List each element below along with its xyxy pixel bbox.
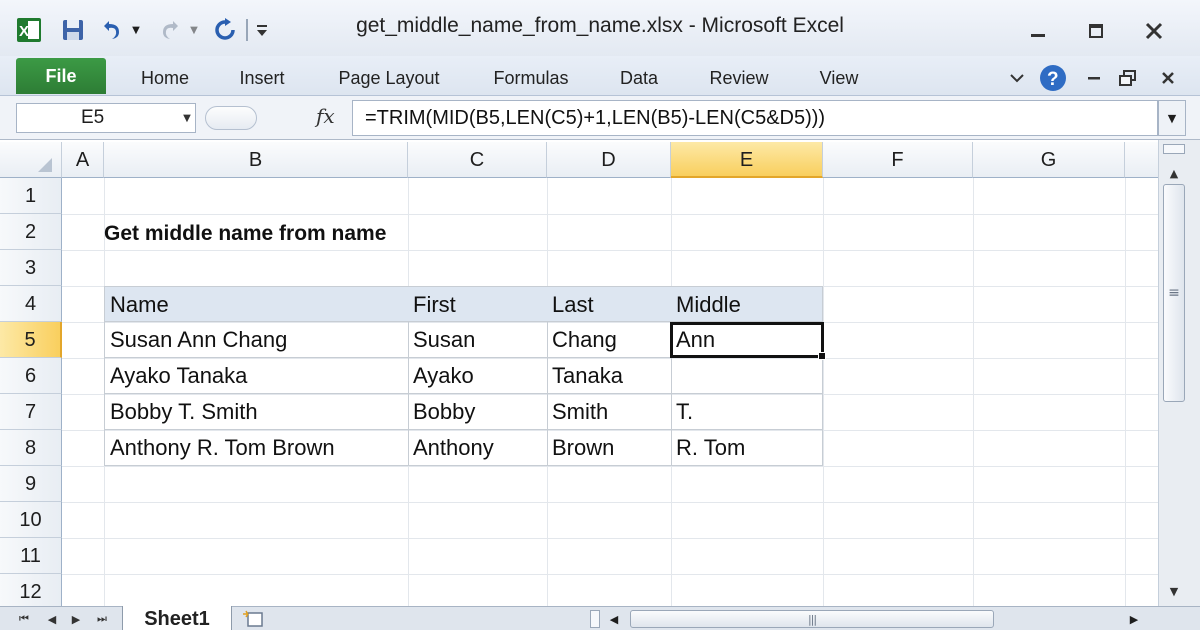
- help-icon[interactable]: ?: [1038, 64, 1068, 92]
- formula-input[interactable]: =TRIM(MID(B5,LEN(C5)+1,LEN(B5)-LEN(C5&D5…: [352, 100, 1158, 136]
- tab-formulas[interactable]: Formulas: [480, 62, 582, 94]
- row-header-7[interactable]: 7: [0, 394, 62, 430]
- scroll-left-arrow-icon[interactable]: ◀: [604, 609, 624, 629]
- workbook-restore-icon[interactable]: [1116, 64, 1140, 92]
- table-cell[interactable]: Brown: [547, 430, 672, 466]
- workbook-minimize-icon[interactable]: [1082, 64, 1106, 92]
- table-cell[interactable]: R. Tom: [671, 430, 823, 466]
- vertical-scrollbar[interactable]: ▲ ≡ ▼: [1158, 140, 1200, 606]
- gridline: [62, 502, 1158, 503]
- tab-insert[interactable]: Insert: [224, 62, 300, 94]
- table-cell[interactable]: Susan: [408, 322, 548, 358]
- column-header-f[interactable]: F: [823, 142, 973, 178]
- row-header-9[interactable]: 9: [0, 466, 62, 502]
- column-header-e[interactable]: E: [671, 142, 823, 178]
- insert-sheet-icon[interactable]: [240, 609, 268, 629]
- table-cell[interactable]: Susan Ann Chang: [104, 322, 409, 358]
- sheet-tab-sheet1[interactable]: Sheet1: [122, 606, 232, 630]
- horizontal-split-handle[interactable]: [590, 610, 600, 628]
- scroll-right-arrow-icon[interactable]: ▶: [1124, 609, 1144, 629]
- table-cell[interactable]: [671, 358, 823, 394]
- expand-formula-bar-icon[interactable]: ▼: [1158, 100, 1186, 136]
- ribbon-tab-bar: File Home Insert Page Layout Formulas Da…: [0, 56, 1200, 96]
- gridline: [1125, 178, 1126, 606]
- table-cell[interactable]: T.: [671, 394, 823, 430]
- table-cell[interactable]: Tanaka: [547, 358, 672, 394]
- row-header-2[interactable]: 2: [0, 214, 62, 250]
- gridline: [823, 178, 824, 606]
- tab-home[interactable]: Home: [128, 62, 202, 94]
- column-header-c[interactable]: C: [408, 142, 547, 178]
- title-bar: X ▼ ▼ get_middle_name_from_name.xlsx - M…: [0, 0, 1200, 56]
- row-header-6[interactable]: 6: [0, 358, 62, 394]
- gridline: [62, 538, 1158, 539]
- table-cell[interactable]: Smith: [547, 394, 672, 430]
- row-header-8[interactable]: 8: [0, 430, 62, 466]
- sheet-tab-bar: ⏮ ◀ ▶ ⏭ Sheet1 ◀ ||| ▶: [0, 606, 1200, 630]
- table-header-cell[interactable]: Name: [104, 286, 409, 322]
- first-sheet-icon[interactable]: ⏮: [14, 609, 34, 629]
- scroll-down-arrow-icon[interactable]: ▼: [1161, 580, 1187, 602]
- column-header-a[interactable]: A: [62, 142, 104, 178]
- row-header-10[interactable]: 10: [0, 502, 62, 538]
- next-sheet-icon[interactable]: ▶: [66, 609, 86, 629]
- svg-text:?: ?: [1047, 69, 1059, 90]
- table-cell[interactable]: Bobby: [408, 394, 548, 430]
- tab-data[interactable]: Data: [608, 62, 670, 94]
- table-header-cell[interactable]: First: [408, 286, 548, 322]
- table-cell[interactable]: Anthony: [408, 430, 548, 466]
- table-cell[interactable]: Chang: [547, 322, 672, 358]
- table-cell[interactable]: Ayako: [408, 358, 548, 394]
- sheet-heading-cell[interactable]: Get middle name from name: [104, 216, 386, 252]
- gridline: [62, 214, 1158, 215]
- close-window-button[interactable]: [1134, 14, 1174, 48]
- table-header-cell[interactable]: Last: [547, 286, 672, 322]
- last-sheet-icon[interactable]: ⏭: [92, 609, 112, 629]
- tab-file[interactable]: File: [16, 58, 106, 94]
- row-header-1[interactable]: 1: [0, 178, 62, 214]
- column-header-g[interactable]: G: [973, 142, 1125, 178]
- vertical-split-handle[interactable]: [1163, 144, 1185, 154]
- tab-page-layout[interactable]: Page Layout: [326, 62, 452, 94]
- formula-bar-splitter[interactable]: [205, 106, 257, 130]
- row-header-4[interactable]: 4: [0, 286, 62, 322]
- row-header-11[interactable]: 11: [0, 538, 62, 574]
- column-header-b[interactable]: B: [104, 142, 408, 178]
- row-header-5[interactable]: 5: [0, 322, 62, 358]
- horizontal-scroll-thumb[interactable]: |||: [630, 610, 994, 628]
- restore-window-button[interactable]: [1076, 14, 1116, 48]
- column-header-d[interactable]: D: [547, 142, 671, 178]
- worksheet-grid[interactable]: A B C D E F G 1 2 3 4 5 6 7 8 9 10 11 12…: [0, 140, 1158, 606]
- workbook-close-icon[interactable]: [1156, 64, 1180, 92]
- row-header-3[interactable]: 3: [0, 250, 62, 286]
- minimize-ribbon-icon[interactable]: [1006, 64, 1028, 92]
- row-header-12[interactable]: 12: [0, 574, 62, 606]
- name-box[interactable]: E5: [16, 103, 196, 133]
- scroll-up-arrow-icon[interactable]: ▲: [1161, 162, 1187, 184]
- column-header-partial[interactable]: [1125, 142, 1158, 178]
- name-box-dropdown-icon[interactable]: ▼: [178, 103, 196, 133]
- tab-review[interactable]: Review: [696, 62, 782, 94]
- insert-function-icon[interactable]: fx: [316, 104, 335, 128]
- formula-bar: E5 ▼ fx =TRIM(MID(B5,LEN(C5)+1,LEN(B5)-L…: [0, 96, 1200, 140]
- minimize-window-button[interactable]: [1018, 14, 1058, 48]
- table-cell[interactable]: Anthony R. Tom Brown: [104, 430, 409, 466]
- table-cell[interactable]: Ayako Tanaka: [104, 358, 409, 394]
- previous-sheet-icon[interactable]: ◀: [42, 609, 62, 629]
- gridline: [62, 574, 1158, 575]
- select-all-corner[interactable]: [0, 142, 62, 178]
- gridline: [973, 178, 974, 606]
- tab-view[interactable]: View: [806, 62, 872, 94]
- table-header-cell[interactable]: Middle: [671, 286, 823, 322]
- gridline: [62, 466, 1158, 467]
- vertical-scroll-thumb[interactable]: ≡: [1163, 184, 1185, 402]
- table-cell[interactable]: Ann: [671, 322, 823, 358]
- fill-handle[interactable]: [818, 352, 826, 360]
- table-cell[interactable]: Bobby T. Smith: [104, 394, 409, 430]
